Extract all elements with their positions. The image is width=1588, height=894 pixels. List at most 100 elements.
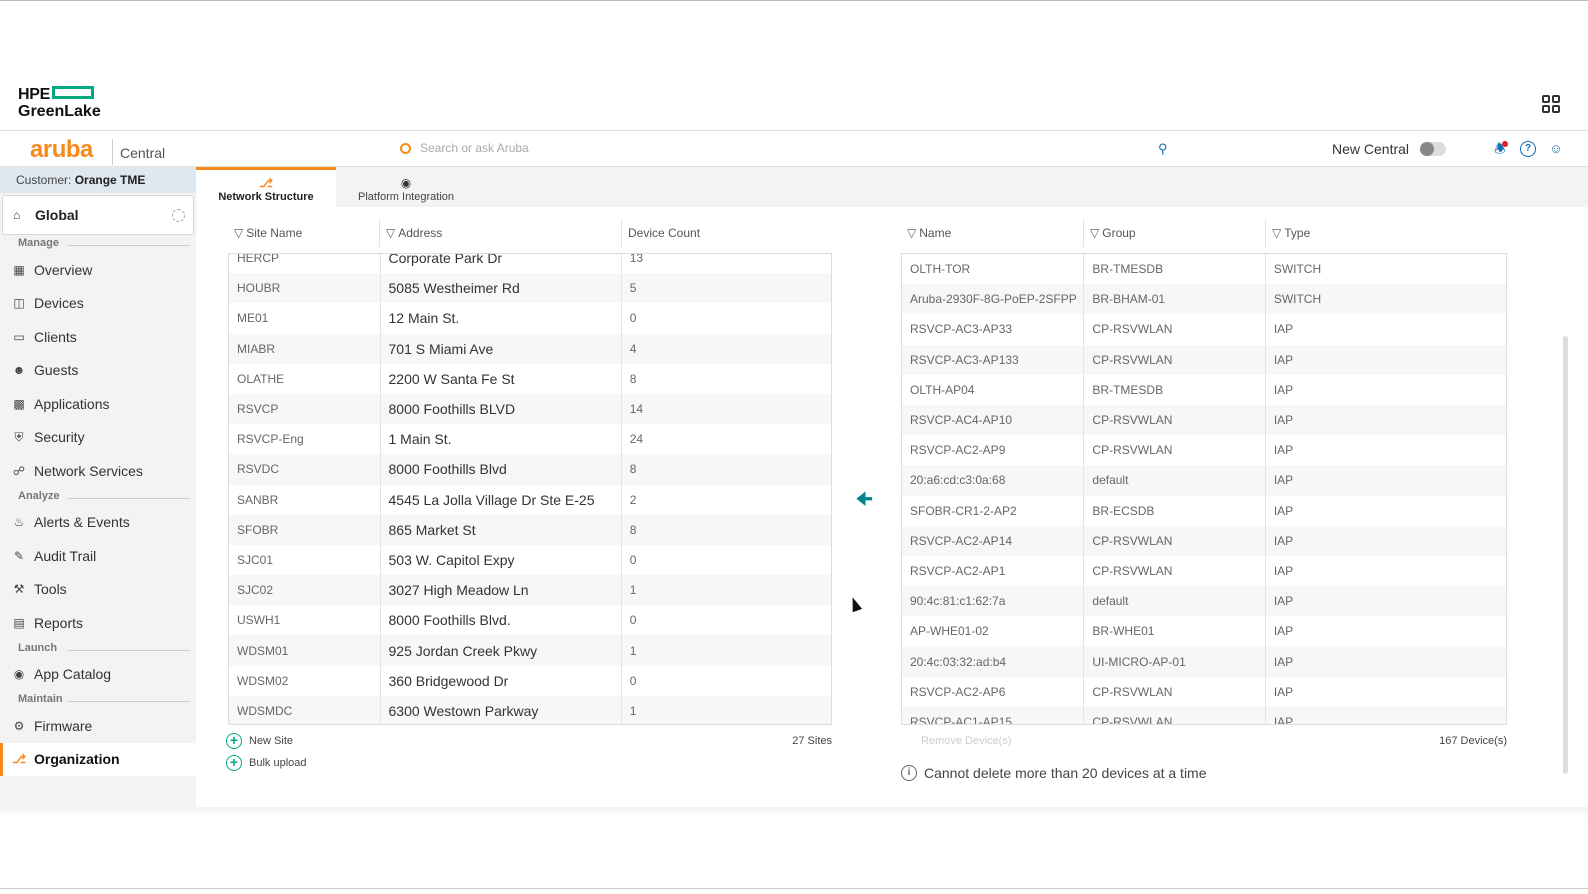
sidebar-item-tools[interactable]: ⚒ Tools [0,573,196,607]
table-row[interactable]: SJC01 503 W. Capitol Expy 0 [229,544,831,576]
app-launcher-icon[interactable] [1542,95,1560,113]
sidebar-item-firmware[interactable]: ⚙ Firmware [0,709,196,743]
table-row[interactable]: MIABR 701 S Miami Ave 4 [229,333,831,364]
sidebar-item-network-services[interactable]: ☍ Network Services [0,454,196,488]
filter-icon[interactable]: ▽ [234,226,243,240]
table-row[interactable]: WDSM01 925 Jordan Creek Pkwy 1 [229,635,831,666]
table-cell: IAP [1264,344,1506,375]
table-row[interactable]: HOUBR 5085 Westheimer Rd 5 [229,273,831,304]
table-cell: AP-WHE01-02 [910,624,989,639]
sidebar-item-organization[interactable]: ⎇ Organization [0,742,196,776]
header-label: Site Name [246,226,303,240]
column-header-site-name[interactable]: ▽ Site Name [228,219,379,247]
table-cell: CP-RSVWLAN [1083,555,1264,587]
new-central-toggle[interactable] [1420,142,1446,156]
table-cell: RSVCP [237,402,279,417]
hierarchy-icon: ⎇ [259,176,273,190]
column-header-type[interactable]: ▽ Type [1265,219,1507,247]
bottom-border [0,888,1588,889]
sidebar-item-reports[interactable]: ▤ Reports [0,606,196,640]
central-header: aruba Central Search or ask Aruba ⚲ New … [0,131,1588,167]
sidebar-item-overview[interactable]: ▦ Overview [0,253,196,287]
devices-table-body[interactable]: OLTH-TOR BR-TMESDB SWITCH Aruba-2930F-8G-Po… [901,253,1507,725]
column-header-device-count[interactable]: Device Count [621,219,832,247]
table-row[interactable]: 20:a6:cd:c3:0a:68 default IAP [902,465,1506,496]
sidebar-item-applications[interactable]: ▩ Applications [0,387,196,421]
table-row[interactable]: HERCP Corporate Park Dr 13 [229,254,831,274]
table-row[interactable]: RSVCP-Eng 1 Main St. 24 [229,424,831,455]
bulk-upload-button[interactable]: + Bulk upload [226,755,307,771]
column-header-address[interactable]: ▽ Address [379,219,621,247]
table-row[interactable]: SFOBR-CR1-2-AP2 BR-ECSDB IAP [902,495,1506,526]
tab-network-structure[interactable]: ⎇ Network Structure [196,167,336,207]
sidebar-item-clients[interactable]: ▭ Clients [0,320,196,354]
sidebar-item-devices[interactable]: ◫ Devices [0,287,196,321]
table-row[interactable]: RSVCP-AC3-AP33 CP-RSVWLAN IAP [902,314,1506,345]
column-header-group[interactable]: ▽ Group [1083,219,1265,247]
new-site-button[interactable]: + New Site [226,733,293,749]
scope-selector[interactable]: ⌂ Global [2,195,194,235]
hpe-greenlake-logo[interactable]: HPE GreenLake [18,86,101,120]
tab-platform-integration[interactable]: ◉ Platform Integration [336,167,476,207]
table-row[interactable]: RSVCP 8000 Foothills BLVD 14 [229,393,831,425]
table-row[interactable]: SFOBR 865 Market St 8 [229,514,831,545]
help-icon[interactable]: ? [1520,141,1536,157]
table-row[interactable]: RSVCP-AC3-AP133 CP-RSVWLAN IAP [902,344,1506,375]
search-bar[interactable]: Search or ask Aruba ⚲ [398,138,1178,160]
filter-icon[interactable]: ▽ [1090,226,1099,240]
table-row[interactable]: RSVCP-AC4-AP10 CP-RSVWLAN IAP [902,404,1506,436]
table-row[interactable]: RSVCP-AC2-AP9 CP-RSVWLAN IAP [902,435,1506,466]
sites-table-body[interactable]: HERCP Corporate Park Dr 13 HOUBR 5085 Westhe… [228,253,832,725]
table-row[interactable]: WDSM02 360 Bridgewood Dr 0 [229,665,831,696]
aruba-logo[interactable]: aruba [30,138,93,162]
user-icon[interactable]: ☺ [1548,141,1564,157]
table-row[interactable]: WDSMDC 6300 Westown Parkway 1 [229,695,831,724]
table-row[interactable]: RSVDC 8000 Foothills Blvd 8 [229,454,831,485]
table-cell: 1 Main St. [379,424,621,455]
table-row[interactable]: RSVCP-AC2-AP1 CP-RSVWLAN IAP [902,555,1506,587]
column-header-name[interactable]: ▽ Name [901,219,1083,247]
table-row[interactable]: Aruba-2930F-8G-PoEP-2SFPP BR-BHAM-01 SWITC… [902,284,1506,315]
filter-icon[interactable]: ▽ [386,226,395,240]
table-row[interactable]: 20:4c:03:32:ad:b4 UI-MICRO-AP-01 IAP [902,646,1506,677]
plus-circle-icon: + [226,733,242,749]
page-scrollbar-thumb[interactable] [1563,336,1568,774]
table-row[interactable]: RSVCP-AC2-AP14 CP-RSVWLAN IAP [902,525,1506,556]
sidebar-item-app-catalog[interactable]: ◉ App Catalog [0,658,196,692]
table-cell: IAP [1264,314,1506,345]
sidebar-item-label: Organization [34,751,120,768]
table-row[interactable]: OLATHE 2200 W Santa Fe St 8 [229,363,831,394]
table-row[interactable]: OLTH-AP04 BR-TMESDB IAP [902,374,1506,405]
sidebar-item-guests[interactable]: ☻ Guests [0,354,196,388]
table-row[interactable]: SANBR 4545 La Jolla Village Dr Ste E-25 2 [229,484,831,515]
filter-icon[interactable]: ▽ [1272,226,1281,240]
sidebar-item-alerts[interactable]: ♨ Alerts & Events [0,506,196,540]
table-cell: 1 [620,695,831,724]
table-cell: IAP [1264,465,1506,496]
table-cell: 1 [620,575,831,606]
table-cell: BR-BHAM-01 [1083,284,1264,315]
table-cell: WDSM02 [237,673,289,688]
move-left-arrow-icon[interactable]: 🠈 [856,490,874,508]
sidebar-item-audit-trail[interactable]: ✎ Audit Trail [0,539,196,573]
scope-label: Global [35,207,79,223]
dashboard-icon: ▦ [13,262,25,277]
table-row[interactable]: USWH1 8000 Foothills Blvd. 0 [229,605,831,636]
filter-icon[interactable]: ▽ [907,226,916,240]
globe-icon: ◉ [400,176,412,190]
table-row[interactable]: 90:4c:81:c1:62:7a default IAP [902,586,1506,617]
central-label: Central [112,139,165,165]
table-row[interactable]: SJC02 3027 High Meadow Ln 1 [229,575,831,606]
table-row[interactable]: RSVCP-AC1-AP15 CP-RSVWLAN IAP [902,706,1506,724]
sidebar-item-security[interactable]: ⛨ Security [0,421,196,455]
table-row[interactable]: OLTH-TOR BR-TMESDB SWITCH [902,254,1506,285]
search-input[interactable]: Search or ask Aruba [420,141,529,155]
table-row[interactable]: RSVCP-AC2-AP6 CP-RSVWLAN IAP [902,676,1506,707]
table-row[interactable]: AP-WHE01-02 BR-WHE01 IAP [902,616,1506,647]
search-icon[interactable]: ⚲ [1158,141,1172,156]
sidebar-item-label: Clients [34,328,77,345]
remove-devices-button[interactable]: Remove Device(s) [903,735,1011,747]
table-row[interactable]: ME01 12 Main St. 0 [229,303,831,334]
table-cell: WDSM01 [237,643,289,658]
bell-icon[interactable]: 🕭 [1492,141,1508,157]
